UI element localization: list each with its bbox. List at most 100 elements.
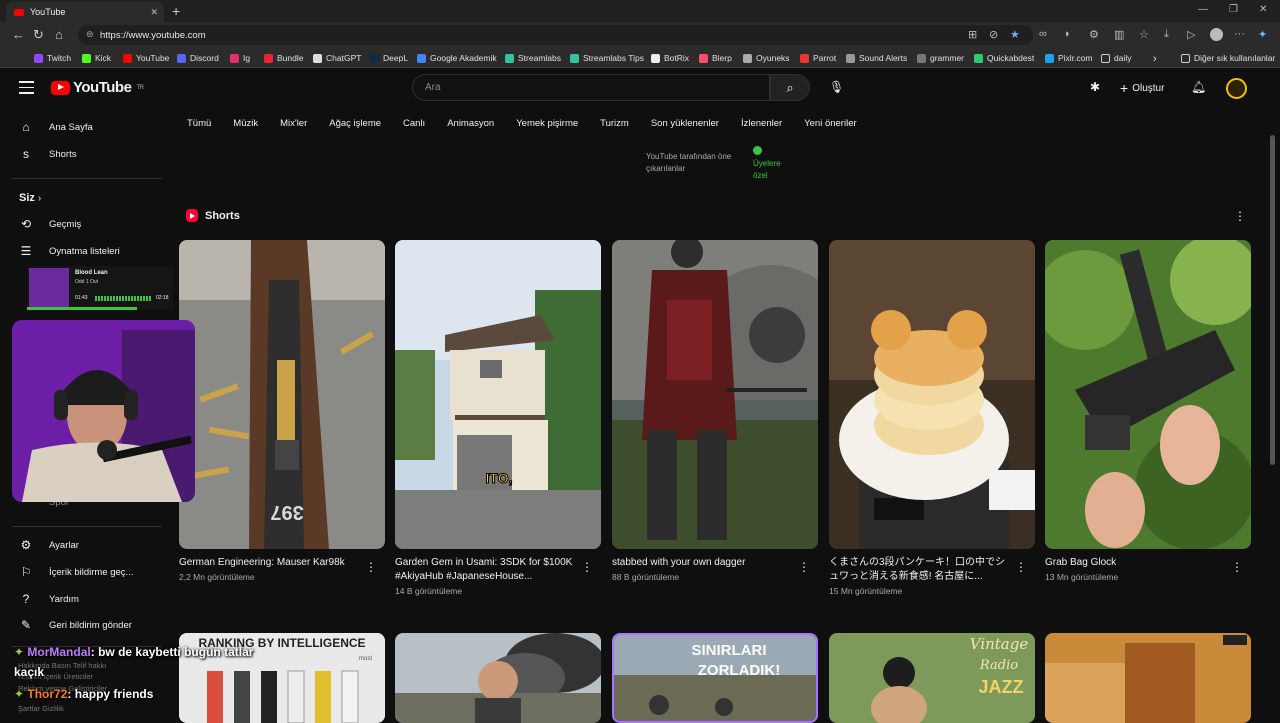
bookmark-kick[interactable]: Kick [82, 53, 111, 63]
app-install-icon[interactable]: ⊞ [968, 28, 977, 41]
bookmark-google-scholar[interactable]: Google Akademik [417, 53, 497, 63]
bookmark-streamlabs-tips[interactable]: Streamlabs Tips [570, 53, 644, 63]
other-bookmarks-folder[interactable]: Diğer sık kullanılanlar [1181, 53, 1275, 63]
short-title[interactable]: German Engineering: Mauser Kar98k [179, 556, 364, 570]
short-more-icon[interactable]: ⋮ [1231, 560, 1243, 574]
extensions-icon[interactable]: ⚙ [1089, 28, 1099, 41]
extension-glasses-icon[interactable]: ∞ [1039, 28, 1047, 40]
bookmark-grammer[interactable]: grammer [917, 53, 964, 63]
chip-watched[interactable]: İzlenenler [730, 113, 793, 135]
bookmark-twitch[interactable]: Twitch [34, 53, 71, 63]
sidebar-section-you[interactable]: Siz › [19, 192, 41, 204]
maximize-icon[interactable]: ❐ [1229, 4, 1238, 15]
create-button[interactable]: + Oluştur [1120, 80, 1164, 96]
bookmark-instagram[interactable]: Ig [230, 53, 250, 63]
browser-tab-youtube[interactable]: YouTube ✕ [6, 2, 164, 22]
short-card[interactable]: 397 German Engineering: Mauser Kar98k 2,… [179, 240, 385, 582]
short-thumbnail[interactable]: 397 [179, 240, 385, 549]
video-thumbnail[interactable]: SINIRLARI ZORLADIK! [612, 633, 818, 723]
read-aloud-icon[interactable]: ◗ [1064, 28, 1071, 40]
video-thumbnail[interactable] [1045, 633, 1251, 723]
short-card[interactable]: くまさんの3段パンケーキ！口の中でシュワっと消える新食感! 名古屋に... 15… [829, 240, 1035, 596]
url-input[interactable]: ⊜ https://www.youtube.com [78, 25, 1033, 45]
short-card[interactable]: Grab Bag Glock 13 Mn görüntüleme ⋮ [1045, 240, 1251, 582]
microphone-icon[interactable]: 🎙︎ [829, 80, 844, 94]
bookmark-sound-alerts[interactable]: Sound Alerts [846, 53, 907, 63]
bookmark-botrix[interactable]: BotRix [651, 53, 689, 63]
favorite-star-icon[interactable]: ★ [1010, 28, 1020, 41]
chip-live[interactable]: Canlı [392, 113, 436, 135]
more-menu-icon[interactable]: ··· [1234, 28, 1245, 40]
short-card[interactable]: stabbed with your own dagger 88 B görünt… [612, 240, 818, 582]
page-scrollbar[interactable] [1270, 135, 1275, 465]
bookmark-pixlr[interactable]: Pixlr.com [1045, 53, 1092, 63]
notifications-bell-icon[interactable]: 🔔︎ [1191, 80, 1206, 94]
sidebar-item-shorts[interactable]: ѕ Shorts [19, 147, 76, 161]
site-info-icon[interactable]: ⊜ [86, 29, 94, 40]
chip-all[interactable]: Tümü [176, 113, 222, 135]
bookmark-parrot[interactable]: Parrot [800, 53, 836, 63]
bookmark-quickabdest[interactable]: Quickabdest [974, 53, 1034, 63]
bookmark-deepl[interactable]: DeepL [370, 53, 408, 63]
sidebar-item-report-history[interactable]: ⚐ İçerik bildirme geç... [19, 565, 134, 579]
short-more-icon[interactable]: ⋮ [365, 560, 377, 574]
search-input[interactable]: Ara [412, 74, 770, 101]
sidebar-item-home[interactable]: ⌂ Ana Sayfa [19, 120, 92, 134]
short-title[interactable]: Garden Gem in Usami: 3SDK for $100K #Aki… [395, 556, 580, 584]
close-tab-icon[interactable]: ✕ [150, 7, 158, 18]
chip-woodworking[interactable]: Ağaç işleme [318, 113, 392, 135]
chip-mixes[interactable]: Mix'ler [269, 113, 318, 135]
chip-tourism[interactable]: Turizm [589, 113, 640, 135]
short-more-icon[interactable]: ⋮ [798, 560, 810, 574]
split-screen-icon[interactable]: ▥ [1114, 28, 1124, 41]
bookmark-blerp[interactable]: Blerp [699, 53, 732, 63]
bookmark-bundle[interactable]: Bundle [264, 53, 303, 63]
chip-recently-uploaded[interactable]: Son yüklenenler [640, 113, 730, 135]
profile-avatar[interactable] [1210, 28, 1223, 41]
short-title[interactable]: くまさんの3段パンケーキ！口の中でシュワっと消える新食感! 名古屋に... [829, 556, 1014, 584]
short-title[interactable]: Grab Bag Glock [1045, 556, 1230, 570]
footer-links-4[interactable]: Şartlar Gizlilik [18, 704, 64, 713]
short-thumbnail[interactable] [829, 240, 1035, 549]
short-more-icon[interactable]: ⋮ [1015, 560, 1027, 574]
chip-animation[interactable]: Animasyon [436, 113, 505, 135]
short-thumbnail[interactable] [1045, 240, 1251, 549]
bookmark-discord[interactable]: Discord [177, 53, 219, 63]
tracking-icon[interactable]: ⊘ [989, 28, 998, 41]
short-title[interactable]: stabbed with your own dagger [612, 556, 797, 570]
copilot-icon[interactable]: ✦ [1258, 28, 1267, 41]
reload-icon[interactable]: ↻ [33, 27, 44, 43]
sidebar-item-feedback[interactable]: ✎ Geri bildirim gönder [19, 618, 132, 632]
youtube-logo[interactable]: YouTube TR [51, 79, 144, 96]
short-thumbnail[interactable]: ITO, [395, 240, 601, 549]
extension-puzzle-icon[interactable]: ✱ [1090, 80, 1100, 94]
sidebar-item-history[interactable]: ⟲ Geçmiş [19, 217, 81, 231]
video-thumbnail[interactable]: Vintage Radio JAZZ [829, 633, 1035, 723]
bookmark-youtube[interactable]: YouTube [123, 53, 169, 63]
sidebar-item-playlists[interactable]: ☰ Oynatma listeleri [19, 244, 120, 258]
back-icon[interactable]: ← [12, 27, 25, 42]
avatar[interactable] [1226, 78, 1247, 99]
sidebar-item-help[interactable]: ? Yardım [19, 592, 79, 606]
search-button[interactable]: ⌕ [770, 74, 810, 101]
minimize-icon[interactable]: — [1198, 4, 1208, 15]
bookmark-oyuneks[interactable]: Oyuneks [743, 53, 790, 63]
hamburger-menu-icon[interactable] [19, 81, 34, 94]
download-icon[interactable]: ⤓ [1164, 28, 1169, 41]
home-icon[interactable]: ⌂ [55, 27, 63, 42]
short-card[interactable]: ITO, Garden Gem in Usami: 3SDK for $100K… [395, 240, 601, 596]
chip-new-to-you[interactable]: Yeni öneriler [793, 113, 867, 135]
bookmark-chatgpt[interactable]: ChatGPT [313, 53, 361, 63]
video-thumbnail[interactable] [395, 633, 601, 723]
chip-music[interactable]: Müzik [222, 113, 269, 135]
more-bookmarks-chevron-icon[interactable]: › [1153, 53, 1157, 65]
close-window-icon[interactable]: ✕ [1259, 4, 1267, 15]
new-tab-icon[interactable]: + [172, 3, 180, 19]
chip-cooking[interactable]: Yemek pişirme [505, 113, 589, 135]
shorts-section-more-icon[interactable]: ⋮ [1234, 209, 1246, 223]
favorites-bar-icon[interactable]: ☆ [1139, 28, 1149, 41]
share-icon[interactable]: ▷ [1187, 28, 1195, 41]
short-more-icon[interactable]: ⋮ [581, 560, 593, 574]
sidebar-item-settings[interactable]: ⚙ Ayarlar [19, 538, 79, 552]
bookmark-streamlabs[interactable]: Streamlabs [505, 53, 561, 63]
